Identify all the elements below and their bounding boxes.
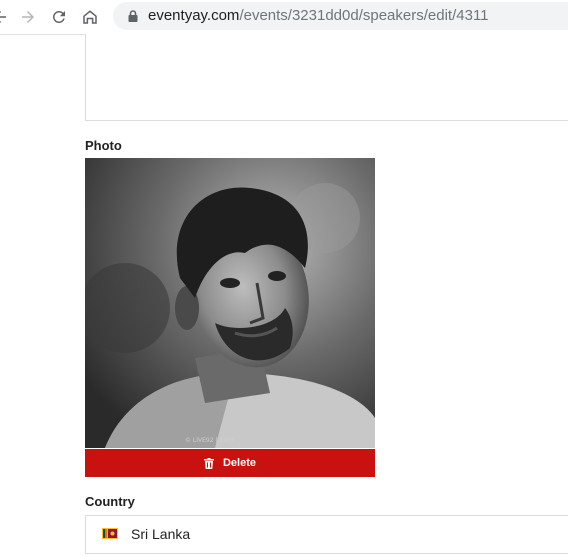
back-arrow-icon[interactable]: [0, 5, 12, 29]
country-dropdown[interactable]: Sri Lanka: [85, 515, 568, 554]
delete-label: Delete: [222, 457, 257, 469]
url-domain: eventyay.com: [148, 7, 240, 24]
url-text: eventyay.com/events/3231dd0d/speakers/ed…: [148, 7, 489, 25]
sri-lanka-flag-icon: [102, 528, 118, 539]
biography-textarea[interactable]: [85, 34, 568, 121]
url-path: /events/3231dd0d/speakers/edit/4311: [239, 7, 489, 24]
delete-photo-button[interactable]: Delete: [85, 449, 375, 477]
reload-icon[interactable]: [47, 5, 71, 29]
photo-watermark: © LIVE92 | 2015: [185, 437, 235, 444]
trash-icon: [203, 457, 214, 469]
photo-label: Photo: [85, 138, 122, 153]
address-bar[interactable]: eventyay.com/events/3231dd0d/speakers/ed…: [113, 2, 568, 30]
forward-arrow-icon[interactable]: [16, 5, 40, 29]
speaker-photo: © LIVE92 | 2015: [85, 158, 375, 448]
lock-icon: [128, 10, 138, 22]
country-label: Country: [85, 494, 135, 509]
home-icon[interactable]: [78, 5, 102, 29]
browser-toolbar: eventyay.com/events/3231dd0d/speakers/ed…: [0, 0, 568, 35]
country-value: Sri Lanka: [131, 526, 191, 542]
